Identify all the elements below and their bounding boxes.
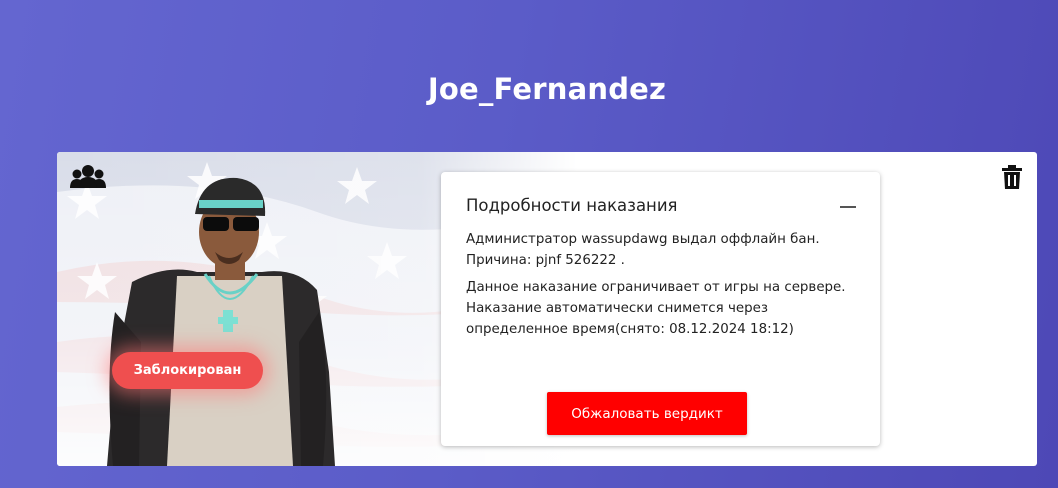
punishment-description: Данное наказание ограничивает от игры на… — [466, 280, 846, 337]
users-group-icon[interactable] — [70, 164, 106, 190]
punishment-details-panel: Подробности наказания Администратор wass… — [441, 172, 880, 446]
collapse-icon[interactable] — [840, 206, 856, 208]
admin-action-text: Администратор wassupdawg выдал оффлайн б… — [466, 232, 820, 247]
details-text: Администратор wassupdawg выдал оффлайн б… — [466, 229, 861, 346]
details-title: Подробности наказания — [466, 196, 678, 215]
punishment-card: Заблокирован Подробности наказания Админ… — [57, 152, 1037, 466]
reason-text: Причина: pjnf 526222 . — [466, 253, 625, 268]
status-badge: Заблокирован — [112, 352, 263, 389]
player-name: Joe_Fernandez — [427, 72, 667, 106]
trash-icon[interactable] — [1002, 165, 1022, 189]
player-skin-avatar — [107, 177, 335, 466]
appeal-verdict-button[interactable]: Обжаловать вердикт — [547, 392, 747, 435]
